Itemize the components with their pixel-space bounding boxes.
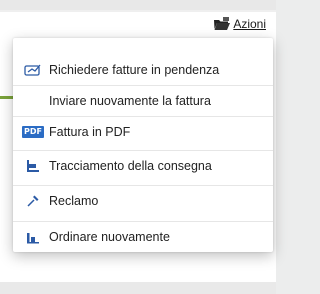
reorder-icon <box>23 229 43 245</box>
menu-item-reorder[interactable]: Ordinare nuovamente <box>13 221 273 251</box>
blank-icon <box>23 93 43 109</box>
menu-item-label: Inviare nuovamente la fattura <box>49 93 211 108</box>
invoice-request-icon <box>23 62 43 78</box>
menu-item-invoice-pdf[interactable]: PDF Fattura in PDF <box>13 116 273 146</box>
page: Azioni Richiedere fatture in pendenza In… <box>0 0 276 294</box>
menu-item-label: Richiedere fatture in pendenza <box>49 63 220 77</box>
menu-item-label: Reclamo <box>49 193 99 208</box>
bottom-strip <box>0 282 276 294</box>
menu-item-request-pending-invoices[interactable]: Richiedere fatture in pendenza <box>13 55 273 85</box>
pdf-icon: PDF <box>22 125 44 138</box>
menu-item-resend-invoice[interactable]: Inviare nuovamente la fattura <box>13 85 273 115</box>
actions-label: Azioni <box>233 17 266 31</box>
menu-item-label: Tracciamento della consegna <box>49 158 212 173</box>
pin-icon <box>23 193 43 209</box>
menu-item-label: Fattura in PDF <box>49 124 131 139</box>
menu-item-delivery-tracking[interactable]: Tracciamento della consegna <box>13 150 273 180</box>
menu-item-complaint[interactable]: Reclamo <box>13 185 273 215</box>
top-bar <box>0 0 276 10</box>
tracking-icon <box>23 158 43 174</box>
menu-item-label: Ordinare nuovamente <box>49 229 170 244</box>
actions-menu: Richiedere fatture in pendenza Inviare n… <box>13 38 273 252</box>
folder-open-icon <box>213 17 231 31</box>
actions-button[interactable]: Azioni <box>213 17 266 31</box>
accent-line <box>0 96 13 99</box>
